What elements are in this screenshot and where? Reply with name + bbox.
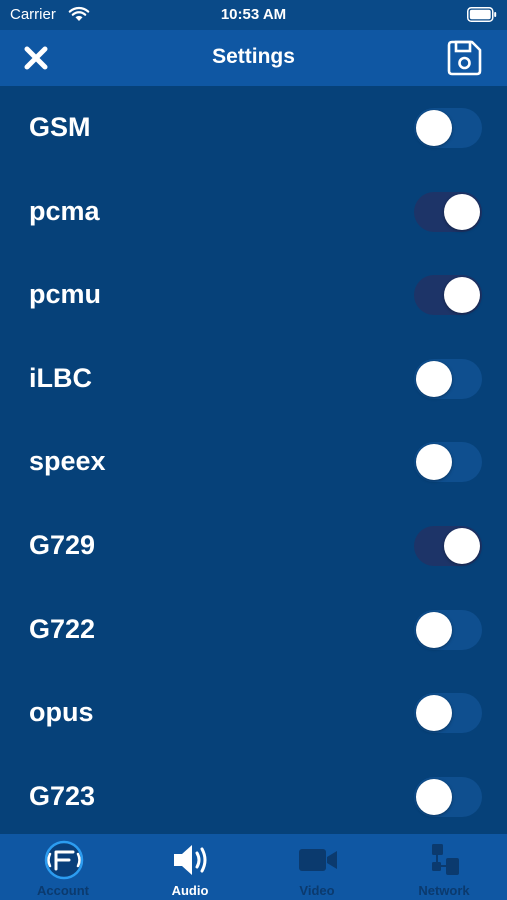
codec-row: G729 bbox=[0, 504, 507, 588]
tab-bar: Account Audio Video Network bbox=[0, 834, 507, 900]
toggle-knob bbox=[444, 277, 480, 314]
codec-toggle[interactable] bbox=[414, 108, 482, 148]
codec-label: G729 bbox=[29, 529, 96, 560]
network-icon bbox=[432, 844, 459, 875]
codec-label: iLBC bbox=[29, 362, 92, 393]
page-title: Settings bbox=[212, 45, 295, 68]
codec-label: GSM bbox=[29, 112, 91, 142]
toggle-knob bbox=[416, 611, 452, 648]
tab-audio[interactable]: Audio bbox=[127, 834, 253, 900]
status-time: 10:53 AM bbox=[220, 6, 287, 23]
toggle-knob bbox=[416, 444, 452, 481]
tab-label: Video bbox=[299, 883, 335, 898]
toggle-knob bbox=[444, 193, 480, 230]
tab-video[interactable]: Video bbox=[254, 834, 380, 900]
codec-row: GSM bbox=[0, 86, 507, 170]
tab-label: Network bbox=[418, 883, 470, 898]
codec-toggle[interactable] bbox=[414, 275, 482, 316]
codec-label: speex bbox=[29, 446, 106, 477]
toggle-knob bbox=[416, 360, 452, 397]
codec-row: speex bbox=[0, 420, 507, 504]
codec-label: opus bbox=[29, 697, 94, 728]
tab-label: Account bbox=[37, 883, 89, 898]
codec-toggle[interactable] bbox=[414, 609, 482, 650]
codec-label: pcmu bbox=[29, 279, 102, 310]
codec-label: pcma bbox=[29, 195, 100, 226]
codec-toggle[interactable] bbox=[414, 358, 482, 399]
codec-row: G722 bbox=[0, 588, 507, 672]
codec-row: iLBC bbox=[0, 337, 507, 421]
codec-row: opus bbox=[0, 671, 507, 755]
video-camera-icon bbox=[299, 849, 337, 871]
codec-row: pcmu bbox=[0, 253, 507, 337]
save-icon[interactable] bbox=[445, 40, 483, 76]
codec-toggle[interactable] bbox=[414, 776, 482, 817]
codec-toggle[interactable] bbox=[414, 693, 482, 734]
speaker-icon bbox=[174, 845, 207, 875]
toggle-knob bbox=[416, 778, 452, 815]
toggle-knob bbox=[416, 695, 452, 732]
status-bar: Carrier 10:53 AM bbox=[0, 0, 507, 30]
codec-toggle[interactable] bbox=[414, 191, 482, 232]
tab-account[interactable]: Account bbox=[0, 834, 126, 900]
codec-toggle[interactable] bbox=[414, 525, 482, 566]
codec-label: G722 bbox=[29, 613, 96, 644]
codec-row: G723 bbox=[0, 755, 507, 839]
tab-label: Audio bbox=[171, 883, 209, 898]
account-logo-icon bbox=[44, 840, 84, 880]
toggle-knob bbox=[444, 527, 480, 564]
toggle-knob bbox=[416, 110, 452, 146]
battery-icon bbox=[467, 7, 497, 22]
codec-label: G723 bbox=[29, 780, 96, 811]
codec-row: pcma bbox=[0, 170, 507, 254]
codec-toggle[interactable] bbox=[414, 442, 482, 483]
navigation-bar: Settings bbox=[0, 30, 507, 86]
tab-network[interactable]: Network bbox=[381, 834, 507, 900]
codec-list: GSM pcma pcmu iLBC speex G729 G722 opus … bbox=[0, 86, 507, 834]
